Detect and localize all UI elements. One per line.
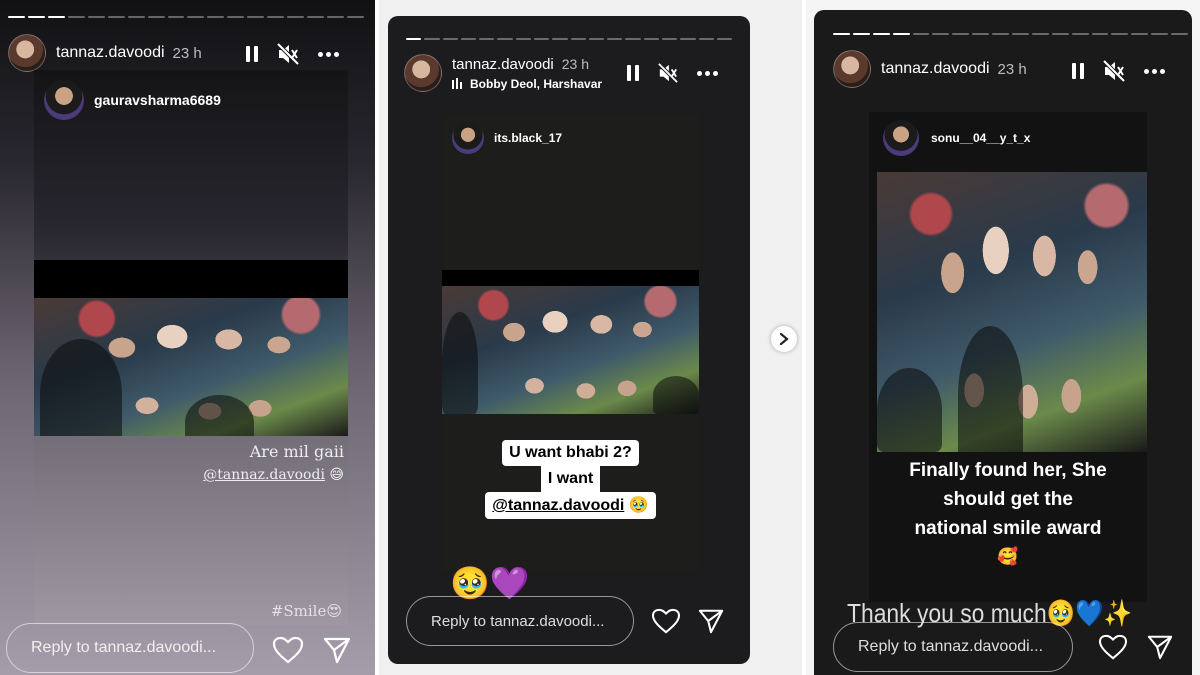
caption-line: Are mil gaii bbox=[249, 442, 344, 461]
reshared-username[interactable]: gauravsharma6689 bbox=[94, 92, 221, 108]
reshared-avatar[interactable] bbox=[44, 80, 84, 120]
sticker-caption: U want bhabi 2? I want @tannaz.davoodi 🥹 bbox=[442, 440, 699, 519]
story-header: tannaz.davoodi 23 h Bobby Deol, Harshava… bbox=[404, 54, 612, 92]
reshared-header: sonu__04__y_t_x bbox=[883, 120, 1030, 156]
caption-emoji: 🥰 bbox=[997, 547, 1019, 567]
header-controls bbox=[1072, 60, 1165, 82]
avatar[interactable] bbox=[404, 54, 442, 92]
story-photo bbox=[34, 260, 348, 436]
music-info[interactable]: Bobby Deol, Harshavar bbox=[452, 77, 612, 91]
music-bars-icon bbox=[452, 78, 462, 89]
story-panel-3: tannaz.davoodi 23 h sonu__04__y_t_x Fina… bbox=[806, 0, 1200, 675]
header-controls bbox=[627, 63, 718, 83]
hashtag-emoji: 😍 bbox=[326, 602, 342, 620]
reshared-header: its.black_17 bbox=[452, 122, 562, 154]
story-header: tannaz.davoodi 23 h bbox=[833, 50, 1027, 88]
reshared-header: gauravsharma6689 bbox=[44, 80, 221, 120]
story-header: tannaz.davoodi 23 h bbox=[8, 34, 202, 72]
speaker-muted-icon[interactable] bbox=[276, 43, 300, 65]
reply-input[interactable]: Reply to tannaz.davoodi... bbox=[833, 622, 1073, 672]
sticker-emoji: 🥹 bbox=[628, 495, 649, 514]
caption: Finally found her, She should get the na… bbox=[869, 456, 1147, 572]
more-dots-icon[interactable] bbox=[1144, 68, 1165, 74]
avatar[interactable] bbox=[8, 34, 46, 72]
avatar[interactable] bbox=[833, 50, 871, 88]
sticker-line: I want bbox=[540, 466, 601, 492]
reshared-story[interactable]: sonu__04__y_t_x Finally found her, She s… bbox=[869, 112, 1147, 602]
reply-placeholder: Reply to tannaz.davoodi... bbox=[431, 612, 605, 630]
speaker-muted-icon[interactable] bbox=[657, 63, 679, 83]
send-icon[interactable] bbox=[1147, 634, 1173, 660]
story-progress-bar bbox=[8, 16, 364, 18]
heart-icon[interactable] bbox=[272, 636, 304, 664]
caption-line: should get the bbox=[943, 489, 1073, 510]
reshared-avatar[interactable] bbox=[883, 120, 919, 156]
caption: Are mil gaii @tannaz.davoodi 😅 bbox=[34, 442, 348, 483]
heart-icon[interactable] bbox=[1098, 634, 1128, 660]
post-time: 23 h bbox=[172, 44, 202, 62]
story-panel-2: tannaz.davoodi 23 h Bobby Deol, Harshava… bbox=[379, 0, 802, 675]
pause-icon[interactable] bbox=[1072, 63, 1084, 79]
story-photo bbox=[877, 172, 1147, 452]
chevron-right-icon bbox=[779, 333, 789, 345]
more-dots-icon[interactable] bbox=[318, 51, 339, 57]
reshared-username[interactable]: its.black_17 bbox=[494, 131, 562, 145]
post-time: 23 h bbox=[561, 55, 589, 72]
reshared-story[interactable]: gauravsharma6689 Are mil gaii @tannaz.da… bbox=[34, 70, 348, 625]
post-time: 23 h bbox=[997, 60, 1027, 78]
story-panel-1: tannaz.davoodi 23 h gauravsharma6689 Are… bbox=[0, 0, 375, 675]
username[interactable]: tannaz.davoodi bbox=[56, 44, 165, 62]
reshared-avatar[interactable] bbox=[452, 122, 484, 154]
pause-icon[interactable] bbox=[627, 65, 639, 81]
pause-icon[interactable] bbox=[246, 46, 258, 62]
username[interactable]: tannaz.davoodi bbox=[452, 56, 554, 73]
hashtag-text[interactable]: #Smile bbox=[271, 602, 327, 620]
more-dots-icon[interactable] bbox=[697, 70, 718, 76]
mention-sticker[interactable]: @tannaz.davoodi 🥹 bbox=[485, 492, 656, 519]
reply-input[interactable]: Reply to tannaz.davoodi... bbox=[406, 596, 634, 646]
next-story-button[interactable] bbox=[771, 326, 797, 352]
caption-emoji: 😅 bbox=[329, 467, 344, 483]
reshared-story[interactable]: its.black_17 U want bhabi 2? I want @tan… bbox=[442, 114, 699, 572]
mention-link[interactable]: @tannaz.davoodi bbox=[492, 497, 624, 514]
reply-placeholder: Reply to tannaz.davoodi... bbox=[31, 639, 217, 656]
caption-line: national smile award bbox=[914, 518, 1102, 539]
send-icon[interactable] bbox=[323, 636, 351, 664]
send-icon[interactable] bbox=[698, 608, 724, 634]
header-controls bbox=[246, 43, 339, 65]
caption-line: Finally found her, She bbox=[909, 460, 1107, 481]
speaker-muted-icon[interactable] bbox=[1102, 60, 1126, 82]
sticker-line: U want bhabi 2? bbox=[502, 440, 639, 466]
story-photo bbox=[442, 270, 699, 414]
music-title: Bobby Deol, Harshavar bbox=[470, 76, 603, 91]
reply-input[interactable]: Reply to tannaz.davoodi... bbox=[6, 623, 254, 673]
story-progress-bar bbox=[833, 33, 1189, 35]
username[interactable]: tannaz.davoodi bbox=[881, 60, 990, 78]
heart-icon[interactable] bbox=[651, 608, 681, 634]
hashtag: #Smile😍 bbox=[271, 602, 342, 620]
story-card: tannaz.davoodi 23 h Bobby Deol, Harshava… bbox=[388, 16, 750, 664]
story-card: tannaz.davoodi 23 h sonu__04__y_t_x Fina… bbox=[814, 10, 1192, 675]
reshared-username[interactable]: sonu__04__y_t_x bbox=[931, 131, 1030, 145]
mention-link[interactable]: @tannaz.davoodi bbox=[203, 467, 325, 483]
reply-placeholder: Reply to tannaz.davoodi... bbox=[858, 638, 1044, 655]
story-progress-bar bbox=[406, 38, 733, 40]
